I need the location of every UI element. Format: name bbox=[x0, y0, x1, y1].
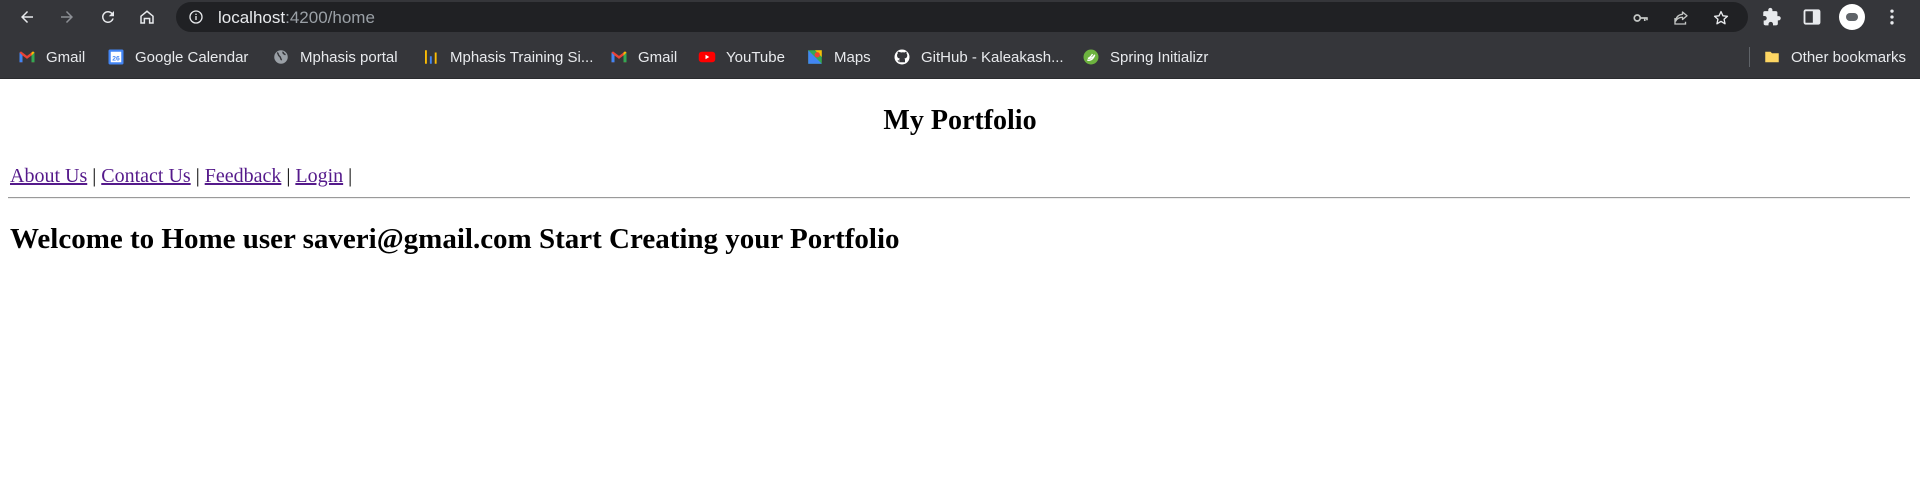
login-link[interactable]: Login bbox=[295, 165, 343, 187]
bookmarks-divider bbox=[1749, 47, 1750, 67]
forward-button[interactable] bbox=[52, 2, 82, 32]
bookmark-other-bookmarks[interactable]: Other bookmarks bbox=[1763, 46, 1906, 68]
address-bar[interactable]: localhost:4200/home bbox=[176, 2, 1748, 32]
page-content: My Portfolio About Us | Contact Us | Fee… bbox=[0, 79, 1920, 493]
gmail-icon bbox=[611, 51, 627, 63]
key-icon[interactable] bbox=[1632, 9, 1650, 27]
kebab-menu-icon[interactable] bbox=[1882, 7, 1902, 27]
bookmark-youtube[interactable]: YouTube bbox=[698, 46, 785, 68]
bookmark-label: Google Calendar bbox=[135, 48, 249, 66]
nav-separator: | bbox=[92, 165, 97, 187]
star-icon[interactable] bbox=[1712, 9, 1730, 27]
page-title: My Portfolio bbox=[883, 105, 1037, 136]
share-icon[interactable] bbox=[1672, 9, 1690, 27]
reload-icon bbox=[101, 10, 114, 23]
bookmark-label: Mphasis Training Si... bbox=[450, 48, 594, 66]
gmail-icon bbox=[19, 51, 35, 63]
home-button[interactable] bbox=[132, 2, 162, 32]
bookmark-mphasis-portal[interactable]: Mphasis portal bbox=[272, 46, 398, 68]
bookmark-gmail[interactable]: Gmail bbox=[18, 46, 85, 68]
youtube-icon bbox=[698, 51, 716, 63]
bookmark-label: Maps bbox=[834, 48, 871, 66]
spring-icon bbox=[1083, 49, 1099, 65]
avatar-icon[interactable] bbox=[1839, 4, 1865, 30]
bookmark-label: Mphasis portal bbox=[300, 48, 398, 66]
back-button[interactable] bbox=[12, 2, 42, 32]
nav-separator: | bbox=[286, 165, 291, 187]
bookmark-github[interactable]: GitHub - Kaleakash... bbox=[893, 46, 1064, 68]
back-arrow-icon bbox=[21, 11, 33, 23]
svg-text:26: 26 bbox=[112, 55, 120, 62]
calendar-icon: 26 bbox=[108, 49, 124, 65]
side-panel-icon[interactable] bbox=[1802, 7, 1822, 27]
url-host: localhost bbox=[218, 8, 286, 27]
bookmark-label: Spring Initializr bbox=[1110, 48, 1209, 66]
about-us-link[interactable]: About Us bbox=[10, 165, 87, 187]
bookmark-label: Other bookmarks bbox=[1791, 48, 1907, 66]
feedback-link[interactable]: Feedback bbox=[205, 165, 282, 187]
bookmark-label: Gmail bbox=[46, 48, 86, 66]
bookmark-google-calendar[interactable]: 26 Google Calendar bbox=[107, 46, 248, 68]
bookmarks-bar: Gmail 26 Google Calendar Mphasis portal … bbox=[0, 34, 1920, 79]
bookmark-label: YouTube bbox=[726, 48, 785, 66]
bars-icon bbox=[425, 50, 437, 64]
contact-us-link[interactable]: Contact Us bbox=[101, 165, 190, 187]
globe-icon bbox=[274, 50, 288, 64]
bookmark-maps[interactable]: Maps bbox=[806, 46, 871, 68]
folder-icon bbox=[1765, 51, 1779, 63]
maps-icon bbox=[808, 50, 822, 64]
bookmark-spring-initializr[interactable]: Spring Initializr bbox=[1082, 46, 1208, 68]
browser-toolbar: localhost:4200/home bbox=[0, 0, 1920, 34]
bookmark-mphasis-training[interactable]: Mphasis Training Si... bbox=[422, 46, 593, 68]
info-icon[interactable] bbox=[188, 9, 204, 25]
bookmark-label: Gmail bbox=[638, 48, 678, 66]
github-icon bbox=[894, 49, 910, 65]
puzzle-icon[interactable] bbox=[1762, 7, 1782, 27]
reload-button[interactable] bbox=[93, 2, 123, 32]
horizontal-rule bbox=[8, 197, 1910, 199]
nav-links: About Us | Contact Us | Feedback | Login… bbox=[10, 165, 352, 188]
nav-separator: | bbox=[348, 165, 353, 187]
nav-separator: | bbox=[195, 165, 200, 187]
avatar-glyph bbox=[1846, 13, 1858, 21]
url-path: :4200/home bbox=[285, 8, 375, 27]
url-text[interactable]: localhost:4200/home bbox=[218, 8, 375, 28]
welcome-heading: Welcome to Home user saveri@gmail.com St… bbox=[10, 223, 900, 255]
home-icon bbox=[140, 10, 154, 24]
bookmark-label: GitHub - Kaleakash... bbox=[921, 48, 1064, 66]
forward-arrow-icon bbox=[61, 11, 73, 23]
bookmark-gmail-2[interactable]: Gmail bbox=[610, 46, 677, 68]
